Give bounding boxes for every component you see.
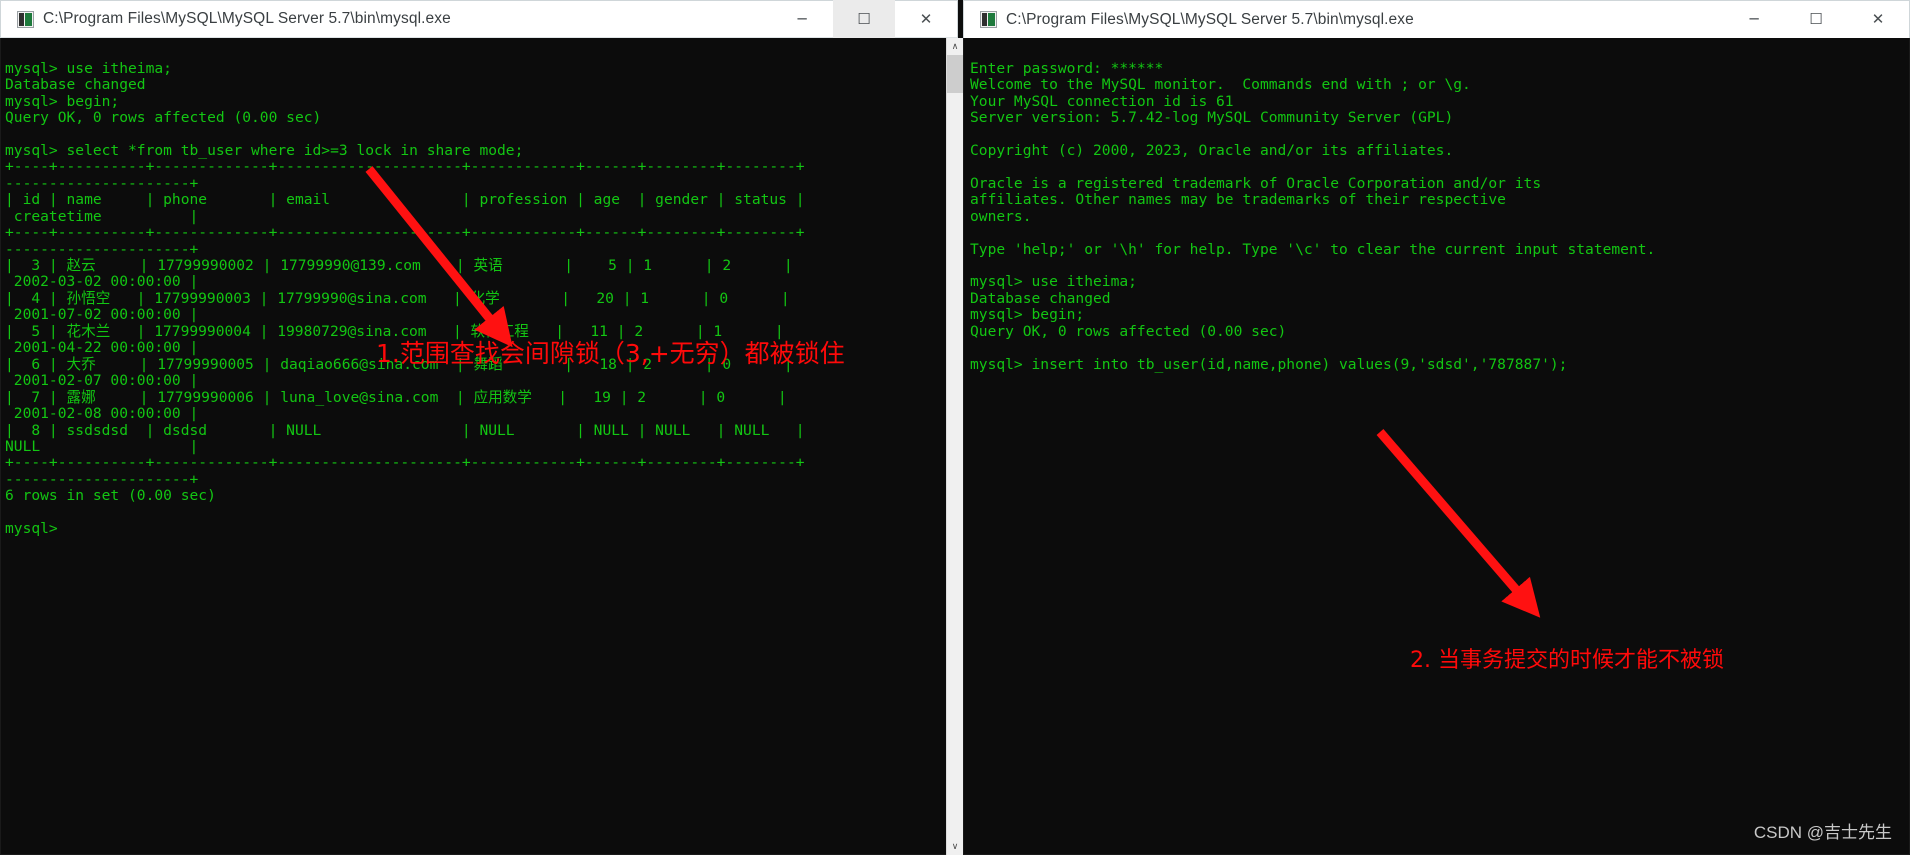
scroll-up-arrow-icon[interactable]: ∧ — [947, 38, 963, 55]
close-button-right[interactable]: ✕ — [1847, 1, 1909, 39]
window-title-left: C:\Program Files\MySQL\MySQL Server 5.7\… — [43, 10, 451, 27]
console-window-left: C:\Program Files\MySQL\MySQL Server 5.7\… — [0, 0, 958, 855]
window-title-right: C:\Program Files\MySQL\MySQL Server 5.7\… — [1006, 10, 1414, 28]
screenshot-root: C:\Program Files\MySQL\MySQL Server 5.7\… — [0, 0, 1910, 855]
scroll-down-arrow-icon[interactable]: ∨ — [947, 838, 963, 855]
console-window-right: C:\Program Files\MySQL\MySQL Server 5.7\… — [963, 0, 1910, 855]
close-button-left[interactable]: ✕ — [895, 0, 957, 38]
titlebar-right[interactable]: C:\Program Files\MySQL\MySQL Server 5.7\… — [963, 0, 1910, 38]
close-icon: ✕ — [919, 9, 933, 28]
minimize-icon: ─ — [797, 9, 807, 28]
maximize-button-right[interactable]: ☐ — [1785, 1, 1847, 39]
maximize-icon: ☐ — [1809, 10, 1823, 28]
window-controls-left: ─ ☐ ✕ — [771, 0, 957, 38]
maximize-button-left[interactable]: ☐ — [833, 0, 895, 38]
close-icon: ✕ — [1871, 10, 1885, 28]
maximize-icon: ☐ — [857, 9, 871, 28]
terminal-output-left: mysql> use itheima; Database changed mys… — [5, 59, 805, 538]
titlebar-left[interactable]: C:\Program Files\MySQL\MySQL Server 5.7\… — [0, 0, 958, 38]
minimize-icon: ─ — [1749, 10, 1759, 28]
window-controls-right: ─ ☐ ✕ — [1723, 1, 1909, 39]
vertical-scrollbar-right[interactable]: ∧ ∨ — [946, 38, 963, 855]
console-app-icon — [17, 10, 34, 28]
minimize-button-left[interactable]: ─ — [771, 0, 833, 38]
scrollbar-thumb[interactable] — [947, 55, 963, 93]
terminal-output-right: Enter password: ****** Welcome to the My… — [970, 59, 1656, 373]
console-body-right[interactable]: Enter password: ****** Welcome to the My… — [963, 38, 1910, 855]
console-body-left[interactable]: mysql> use itheima; Database changed mys… — [0, 38, 958, 855]
console-app-icon — [980, 11, 997, 28]
minimize-button-right[interactable]: ─ — [1723, 1, 1785, 39]
